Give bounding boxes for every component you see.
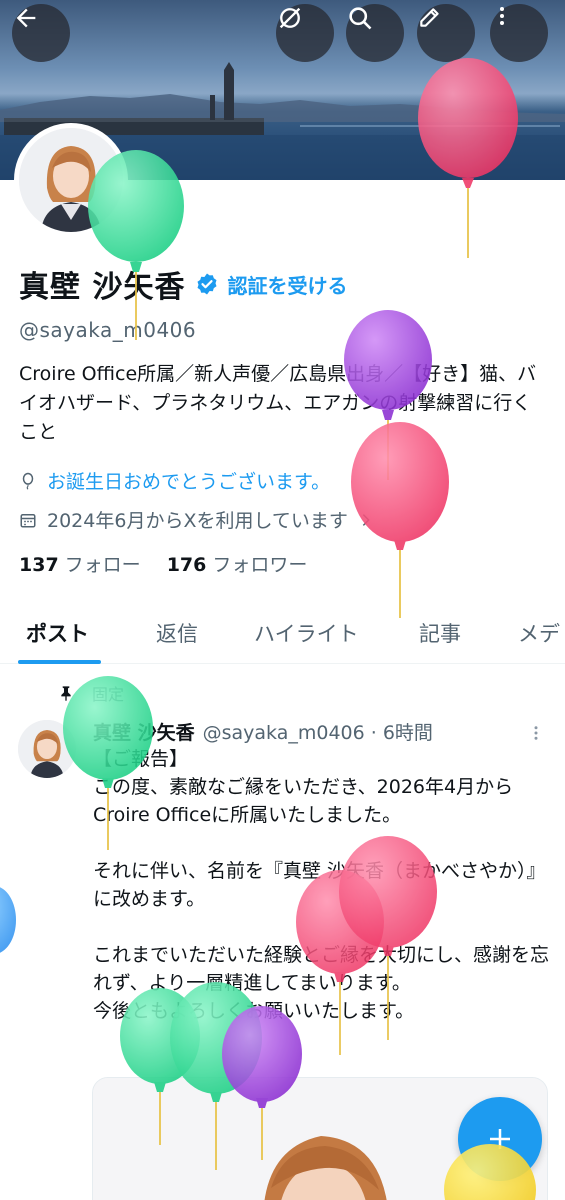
pinned-indicator: 固定	[58, 681, 124, 705]
post-avatar-photo	[18, 720, 76, 778]
verified-badge-icon	[197, 273, 217, 295]
pinned-label: 固定	[92, 685, 125, 704]
post-line: 今後ともよろしくお願いいたします。	[93, 1000, 415, 1022]
birthday-text: お誕生日おめでとうございます。	[47, 471, 331, 493]
post-header: 真壁 沙矢香 @sayaka_m0406 · 6時間	[93, 718, 433, 745]
edit-icon	[420, 8, 439, 27]
post-line: これまでいただいた経験とご縁を大切にし、感謝を忘れず、より一層精進してまいります…	[93, 944, 550, 994]
post-meta: @sayaka_m0406 · 6時間	[202, 722, 433, 744]
pin-icon	[61, 686, 71, 701]
post-body: 【ご報告】 この度、素敵なご縁をいただき、2026年4月からCroire Off…	[93, 745, 553, 1025]
birthday-row[interactable]: お誕生日おめでとうございます。	[19, 467, 330, 494]
post-avatar[interactable]	[18, 720, 76, 778]
followers-count: 176	[166, 554, 207, 576]
hide-icon	[279, 7, 301, 29]
tab-media[interactable]: メデ	[518, 618, 560, 648]
search-button[interactable]	[346, 4, 404, 62]
post-line: この度、素敵なご縁をいただき、2026年4月からCroire Officeに所属…	[93, 776, 514, 826]
post-line	[93, 913, 553, 941]
arrow-left-icon	[16, 8, 36, 28]
tab-replies[interactable]: 返信	[156, 618, 198, 648]
calendar-icon	[20, 513, 36, 527]
post-author-name[interactable]: 真壁 沙矢香	[93, 718, 195, 745]
post-line: それに伴い、名前を『真壁 沙矢香（まかべさやか）』に改めます。	[93, 860, 546, 910]
active-tab-indicator	[18, 660, 101, 664]
post-line	[93, 829, 553, 857]
following-label: フォロー	[64, 554, 141, 576]
avatar-photo	[19, 128, 123, 232]
profile-handle: @sayaka_m0406	[19, 318, 197, 342]
chevron-right-icon	[362, 513, 370, 526]
balloon-blue	[0, 887, 16, 953]
back-button[interactable]	[12, 4, 70, 62]
display-name: 真壁 沙矢香	[19, 270, 186, 305]
get-verified-link[interactable]: 認証を受ける	[227, 270, 347, 299]
profile-name-row: 真壁 沙矢香 認証を受ける	[19, 262, 347, 306]
hide-profile-button[interactable]	[276, 4, 334, 62]
post-line: 【ご報告】	[93, 748, 189, 770]
joined-row[interactable]: 2024年6月からXを利用しています	[19, 506, 374, 533]
followers-link[interactable]: 176 フォロワー	[167, 550, 308, 577]
follow-stats: 137 フォロー 176 フォロワー	[19, 550, 307, 577]
profile-tabs: ポスト 返信 ハイライト 記事 メデ	[0, 604, 565, 664]
following-count: 137	[19, 554, 59, 576]
followers-label: フォロワー	[212, 554, 308, 576]
joined-text: 2024年6月からXを利用しています	[47, 510, 348, 532]
search-icon	[349, 7, 372, 30]
tab-articles[interactable]: 記事	[419, 618, 461, 648]
more-button[interactable]	[490, 4, 548, 62]
compose-fab[interactable]	[458, 1097, 542, 1181]
balloon-icon	[22, 472, 34, 490]
avatar[interactable]	[14, 123, 128, 237]
plus-icon	[490, 1129, 510, 1149]
tab-highlights[interactable]: ハイライト	[254, 618, 359, 648]
following-link[interactable]: 137 フォロー	[19, 550, 141, 577]
edit-button[interactable]	[417, 4, 475, 62]
more-vertical-icon	[500, 7, 504, 25]
tab-posts[interactable]: ポスト	[26, 618, 89, 648]
profile-bio: Croire Office所属／新人声優／広島県出身／【好き】猫、バイオハザード…	[19, 363, 537, 443]
post-more-icon[interactable]	[527, 722, 545, 744]
